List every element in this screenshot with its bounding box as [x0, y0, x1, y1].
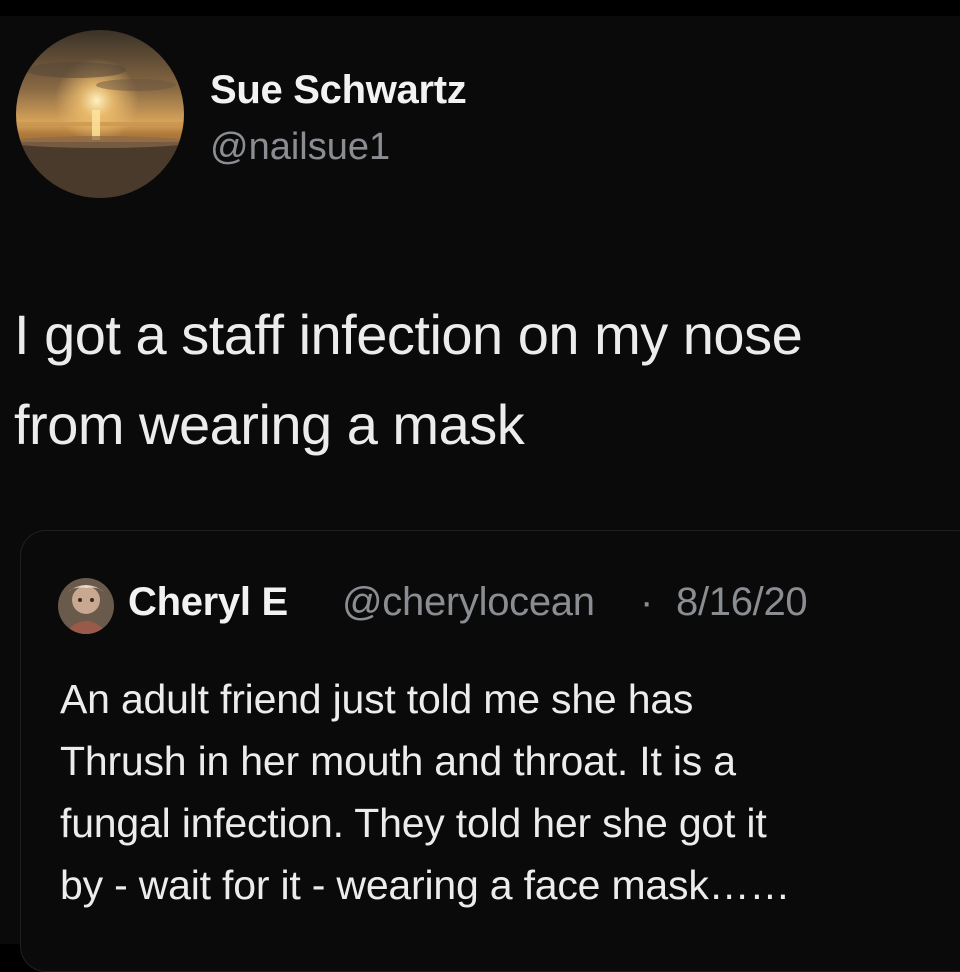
sunset-avatar-image: [16, 30, 184, 198]
author-avatar[interactable]: [16, 30, 184, 198]
author-handle[interactable]: @nailsue1: [210, 126, 390, 169]
author-display-name[interactable]: Sue Schwartz: [210, 68, 467, 113]
quoted-tweet-text: An adult friend just told me she has Thr…: [60, 668, 960, 916]
quoted-author-handle[interactable]: @cherylocean: [342, 580, 595, 625]
tweet-text-line: I got a staff infection on my nose: [14, 303, 803, 366]
quoted-tweet-date[interactable]: 8/16/20: [676, 580, 808, 625]
tweet-screenshot: Sue Schwartz @nailsue1 I got a staff inf…: [0, 0, 960, 972]
quoted-text-line: fungal infection. They told her she got …: [60, 800, 767, 846]
quoted-text-line: by - wait for it - wearing a face mask……: [60, 862, 791, 908]
tweet-text: I got a staff infection on my nose from …: [14, 290, 960, 470]
dot-separator: ·: [640, 580, 654, 624]
quoted-author-display-name[interactable]: Cheryl E: [128, 580, 288, 625]
top-edge: [0, 0, 960, 16]
quoted-author-avatar[interactable]: [58, 578, 114, 634]
cheryl-avatar-image: [58, 578, 114, 634]
quoted-text-line: An adult friend just told me she has: [60, 676, 694, 722]
quoted-text-line: Thrush in her mouth and throat. It is a: [60, 738, 736, 784]
tweet-text-line: from wearing a mask: [14, 393, 525, 456]
